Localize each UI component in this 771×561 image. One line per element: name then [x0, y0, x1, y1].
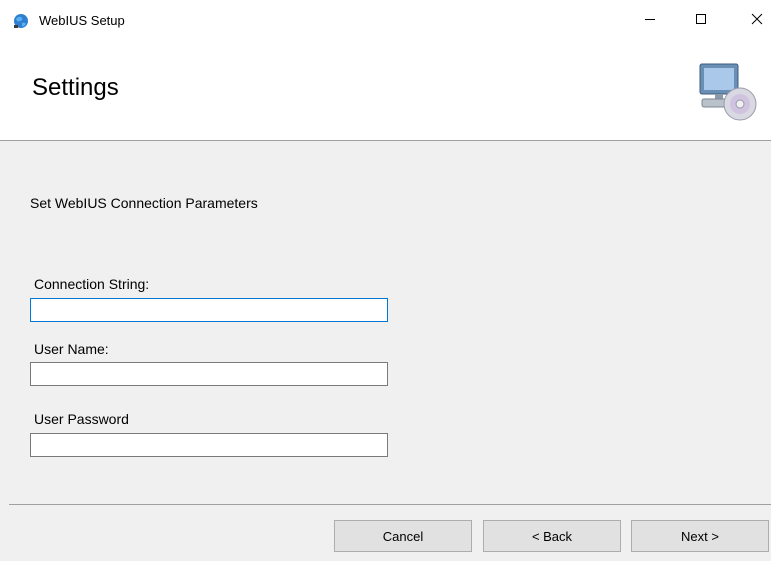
footer-divider	[9, 504, 771, 505]
title-bar[interactable]: WebIUS Setup	[0, 0, 771, 42]
connection-string-input[interactable]	[30, 298, 388, 322]
back-button[interactable]: < Back	[483, 520, 621, 552]
user-password-input[interactable]	[30, 433, 388, 457]
user-name-input[interactable]	[30, 362, 388, 386]
header-divider	[0, 140, 771, 141]
connection-string-label: Connection String:	[34, 276, 150, 292]
window-title: WebIUS Setup	[39, 13, 125, 28]
setup-globe-icon	[12, 12, 30, 30]
close-button[interactable]	[735, 0, 771, 42]
computer-cd-icon	[696, 60, 758, 122]
close-icon	[751, 12, 763, 30]
section-heading: Set WebIUS Connection Parameters	[30, 195, 258, 211]
minimize-button[interactable]	[628, 0, 672, 42]
next-button[interactable]: Next >	[631, 520, 769, 552]
minimize-icon	[644, 12, 656, 30]
maximize-icon	[695, 12, 707, 30]
cancel-button[interactable]: Cancel	[334, 520, 472, 552]
page-title: Settings	[32, 74, 119, 101]
user-password-label: User Password	[34, 411, 129, 427]
user-name-label: User Name:	[34, 341, 109, 357]
wizard-header: Settings	[0, 42, 771, 140]
maximize-button[interactable]	[679, 0, 723, 42]
